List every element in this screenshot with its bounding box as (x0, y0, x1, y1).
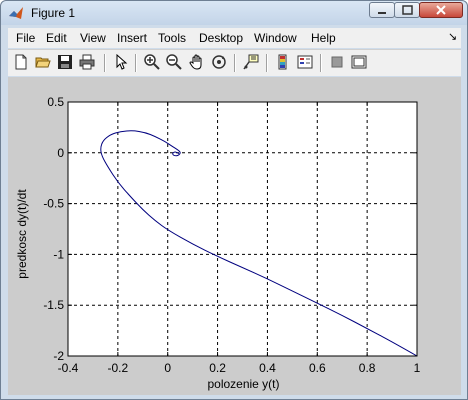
zoom-out-icon[interactable] (166, 54, 182, 70)
maximize-icon (402, 5, 413, 15)
menu-edit[interactable]: Edit (46, 31, 67, 45)
figure-window: Figure 1 File Edit View Insert Tools Des… (0, 0, 468, 400)
y-tick-label: 0 (57, 146, 64, 160)
x-tick-label: -0.2 (108, 361, 129, 375)
zoom-in-icon[interactable] (144, 54, 160, 70)
maximize-button[interactable] (394, 2, 420, 18)
y-tick-label: -0.5 (43, 197, 64, 211)
toolbar-separator (234, 54, 236, 72)
menu-insert[interactable]: Insert (117, 31, 147, 45)
x-tick-label: 0.4 (259, 361, 276, 375)
data-cursor-icon[interactable] (243, 54, 259, 70)
print-icon[interactable] (79, 54, 95, 70)
matlab-icon (9, 7, 23, 19)
line-plot[interactable]: -0.4 -0.2 0 0.2 0.4 0.6 0.8 1 -2 -1.5 -1 -0.5 0 0.5 p… (8, 77, 461, 395)
y-tick-label: -2 (53, 349, 64, 363)
x-tick-label: -0.4 (58, 361, 79, 375)
figure-canvas: -0.4 -0.2 0 0.2 0.4 0.6 0.8 1 -2 -1.5 -1 -0.5 0 0.5 p… (8, 77, 461, 395)
y-tick-label: -1 (53, 247, 64, 261)
colorbar-icon[interactable] (275, 54, 291, 70)
y-tick-label: -1.5 (43, 298, 64, 312)
window-title: Figure 1 (31, 6, 76, 20)
x-tick-label: 0 (164, 361, 171, 375)
new-figure-icon[interactable] (13, 54, 29, 70)
show-plot-tools-icon[interactable] (351, 54, 367, 70)
menu-help[interactable]: Help (311, 31, 336, 45)
menu-window[interactable]: Window (254, 31, 297, 45)
y-axis-label: predkosc dy(t)/dt (15, 189, 29, 279)
x-tick-label: 0.8 (359, 361, 376, 375)
dock-arrow-icon[interactable]: ↘ (448, 30, 457, 43)
minimize-button[interactable] (369, 2, 395, 18)
toolbar-separator (320, 54, 322, 72)
menu-file[interactable]: File (16, 31, 35, 45)
menu-view[interactable]: View (80, 31, 106, 45)
axes-background (68, 102, 417, 356)
menu-bar: File Edit View Insert Tools Desktop Wind… (8, 28, 461, 48)
x-axis-label: polozenie y(t) (207, 377, 279, 391)
title-bar[interactable]: Figure 1 (1, 1, 467, 25)
toolbar-separator (135, 54, 137, 72)
toolbar-separator (104, 54, 106, 72)
close-icon (436, 5, 446, 15)
rotate-3d-icon[interactable] (211, 54, 227, 70)
x-tick-label: 0.2 (209, 361, 226, 375)
pan-icon[interactable] (189, 54, 205, 70)
save-icon[interactable] (57, 54, 73, 70)
figure-toolbar (8, 49, 461, 76)
toolbar-separator (266, 54, 268, 72)
x-tick-label: 0.6 (309, 361, 326, 375)
legend-icon[interactable] (297, 54, 313, 70)
y-tick-label: 0.5 (47, 95, 64, 109)
close-button[interactable] (419, 2, 463, 18)
x-tick-label: 1 (414, 361, 421, 375)
menu-desktop[interactable]: Desktop (199, 31, 243, 45)
open-file-icon[interactable] (35, 54, 51, 70)
menu-tools[interactable]: Tools (158, 31, 186, 45)
hide-plot-tools-icon[interactable] (329, 54, 345, 70)
minimize-icon (378, 12, 386, 14)
edit-plot-icon[interactable] (113, 54, 129, 70)
